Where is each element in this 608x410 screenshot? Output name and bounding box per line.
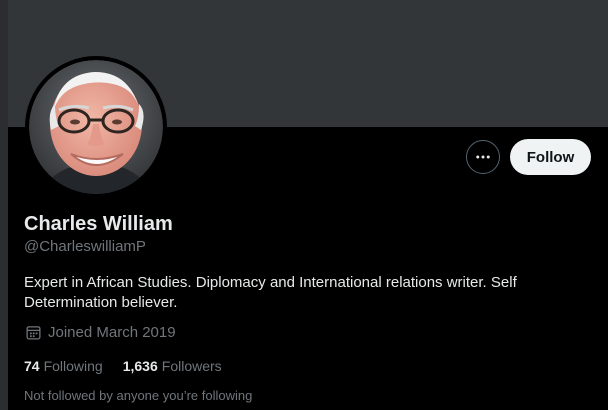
joined-date: Joined March 2019 (24, 324, 176, 341)
window-edge (0, 0, 8, 410)
calendar-icon (26, 326, 41, 340)
mutuals-note: Not followed by anyone you’re following (24, 388, 253, 403)
followers-count: 1,636 (122, 358, 158, 374)
profile-bio: Expert in African Studies. Diplomacy and… (24, 274, 517, 311)
follow-stats: 74 Following 1,636 Followers (24, 358, 242, 374)
following-count: 74 (24, 358, 40, 374)
followers-label: Followers (161, 358, 222, 374)
more-horizontal-icon (476, 155, 490, 159)
joined-label: Joined March 2019 (48, 324, 176, 341)
following-label: Following (43, 358, 103, 374)
followers-link[interactable]: 1,636 Followers (123, 358, 222, 374)
user-handle: @CharleswilliamP (24, 238, 146, 255)
following-link[interactable]: 74 Following (24, 358, 103, 374)
display-name: Charles William (24, 213, 173, 235)
avatar-photo (29, 60, 163, 194)
more-options-button[interactable] (466, 140, 500, 174)
follow-button[interactable]: Follow (510, 139, 591, 175)
profile-avatar[interactable] (25, 56, 167, 198)
